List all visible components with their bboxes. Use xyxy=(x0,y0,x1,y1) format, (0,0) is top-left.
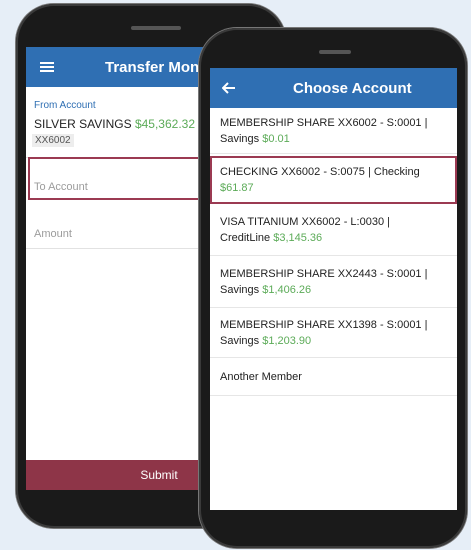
from-account-balance: $45,362.32 xyxy=(134,117,195,131)
from-account-number: XX6002 xyxy=(32,134,74,147)
from-account-label: From Account xyxy=(34,100,96,111)
another-member-label: Another Member xyxy=(220,370,302,383)
from-account-name: SILVER SAVINGS xyxy=(34,117,132,131)
account-type: Savings xyxy=(220,132,260,145)
menu-icon[interactable] xyxy=(40,62,54,72)
account-line2: Savings $0.01 xyxy=(220,131,447,147)
account-line2: Savings $1,203.90 xyxy=(220,333,447,349)
account-line2: CreditLine $3,145.36 xyxy=(220,230,447,246)
page-title: Choose Account xyxy=(293,79,412,97)
account-line2: Savings $1,406.26 xyxy=(220,282,447,298)
front-phone: Choose Account MEMBERSHIP SHARE XX6002 -… xyxy=(199,28,467,548)
account-line1: MEMBERSHIP SHARE XX2443 - S:0001 | xyxy=(220,267,428,280)
account-line1: VISA TITANIUM XX6002 - L:0030 | xyxy=(220,215,390,228)
account-type: CreditLine xyxy=(220,231,271,244)
back-phone-speaker xyxy=(131,26,181,30)
to-account-placeholder: To Account xyxy=(34,181,88,193)
account-list-item[interactable]: VISA TITANIUM XX6002 - L:0030 | CreditLi… xyxy=(210,204,457,256)
account-balance: $1,406.26 xyxy=(262,283,312,296)
back-arrow-icon[interactable] xyxy=(221,81,236,95)
account-balance: $1,203.90 xyxy=(262,334,312,347)
account-list-item[interactable]: MEMBERSHIP SHARE XX2443 - S:0001 | Savin… xyxy=(210,256,457,308)
account-line1: CHECKING XX6002 - S:0075 | Checking xyxy=(220,165,420,178)
account-balance: $0.01 xyxy=(262,132,290,145)
amount-placeholder: Amount xyxy=(34,228,72,240)
account-line1: MEMBERSHIP SHARE XX6002 - S:0001 | xyxy=(220,116,428,129)
account-list-item[interactable]: MEMBERSHIP SHARE XX6002 - S:0001 | Savin… xyxy=(210,108,457,154)
account-balance: $61.87 xyxy=(220,181,254,194)
account-type: Savings xyxy=(220,283,260,296)
another-member-item[interactable]: Another Member xyxy=(210,358,457,396)
front-phone-screen: Choose Account MEMBERSHIP SHARE XX6002 -… xyxy=(210,68,457,510)
front-phone-speaker xyxy=(319,50,351,54)
account-balance: $3,145.36 xyxy=(273,231,323,244)
account-line2: $61.87 xyxy=(220,180,447,196)
account-type: Savings xyxy=(220,334,260,347)
submit-label: Submit xyxy=(140,468,178,482)
from-account-value: SILVER SAVINGS $45,362.32 xyxy=(34,117,195,131)
account-list-item[interactable]: MEMBERSHIP SHARE XX1398 - S:0001 | Savin… xyxy=(210,308,457,358)
account-list-item-selected[interactable]: CHECKING XX6002 - S:0075 | Checking $61.… xyxy=(210,156,457,204)
account-line1: MEMBERSHIP SHARE XX1398 - S:0001 | xyxy=(220,318,428,331)
choose-account-header: Choose Account xyxy=(210,68,457,108)
